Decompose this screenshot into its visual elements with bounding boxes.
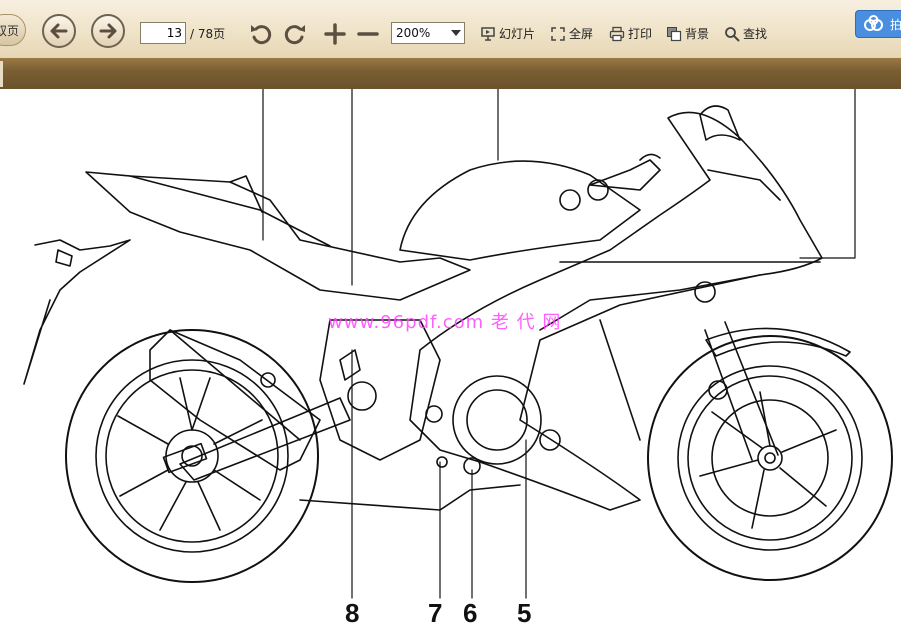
callout-label: 8: [345, 598, 360, 628]
zoom-in-icon: [324, 23, 346, 45]
rotate-right-button[interactable]: [282, 21, 308, 47]
toolbar: 双页 / 78页 200% 幻灯片 全屏 打印 背景 查找: [0, 0, 901, 59]
callout-label: 6: [463, 598, 478, 628]
find-button[interactable]: 查找: [724, 25, 767, 42]
cloud-label: 拍: [890, 18, 901, 32]
find-label: 查找: [743, 27, 768, 41]
chevron-down-icon: [451, 30, 461, 36]
page-total: / 78页: [190, 27, 226, 41]
rotate-right-icon: [284, 25, 305, 45]
callout-label: 7: [428, 598, 443, 628]
back-button[interactable]: [42, 14, 76, 48]
page-number-input[interactable]: [140, 22, 186, 44]
slideshow-label: 幻灯片: [499, 27, 536, 41]
watermark: www.96pdf.com 老 代 网: [328, 312, 562, 333]
print-button[interactable]: 打印: [609, 25, 652, 42]
print-icon: [609, 26, 625, 41]
rotate-left-button[interactable]: [248, 21, 274, 47]
forward-button[interactable]: [91, 14, 125, 48]
background-button[interactable]: 背景: [666, 25, 709, 42]
print-label: 打印: [628, 27, 653, 41]
background-label: 背景: [685, 27, 710, 41]
callout-label: 5: [517, 598, 532, 628]
slideshow-icon: [481, 26, 495, 41]
slideshow-button[interactable]: 幻灯片: [480, 25, 535, 42]
cloud-button[interactable]: 拍: [855, 10, 901, 38]
fullscreen-button[interactable]: 全屏: [550, 25, 593, 42]
document-page[interactable]: www.96pdf.com 老 代 网 8 7 6 5: [0, 89, 901, 629]
toolbar-divider: [0, 58, 901, 90]
fullscreen-label: 全屏: [569, 27, 594, 41]
rotate-left-icon: [251, 25, 272, 45]
forward-arrow-icon: [99, 23, 117, 39]
zoom-select[interactable]: 200%: [391, 22, 465, 44]
back-arrow-icon: [50, 23, 68, 39]
zoom-out-icon: [357, 32, 379, 36]
divider-cap: [0, 61, 3, 87]
zoom-in-button[interactable]: [322, 21, 348, 47]
motorcycle-illustration: [23, 89, 893, 599]
zoom-out-button[interactable]: [355, 21, 381, 47]
background-icon: [667, 26, 682, 41]
page-mode-button[interactable]: 双页: [0, 14, 26, 46]
search-icon: [725, 26, 740, 41]
zoom-value: 200%: [396, 26, 431, 40]
fullscreen-icon: [551, 26, 565, 41]
cloud-icon: [864, 15, 883, 31]
